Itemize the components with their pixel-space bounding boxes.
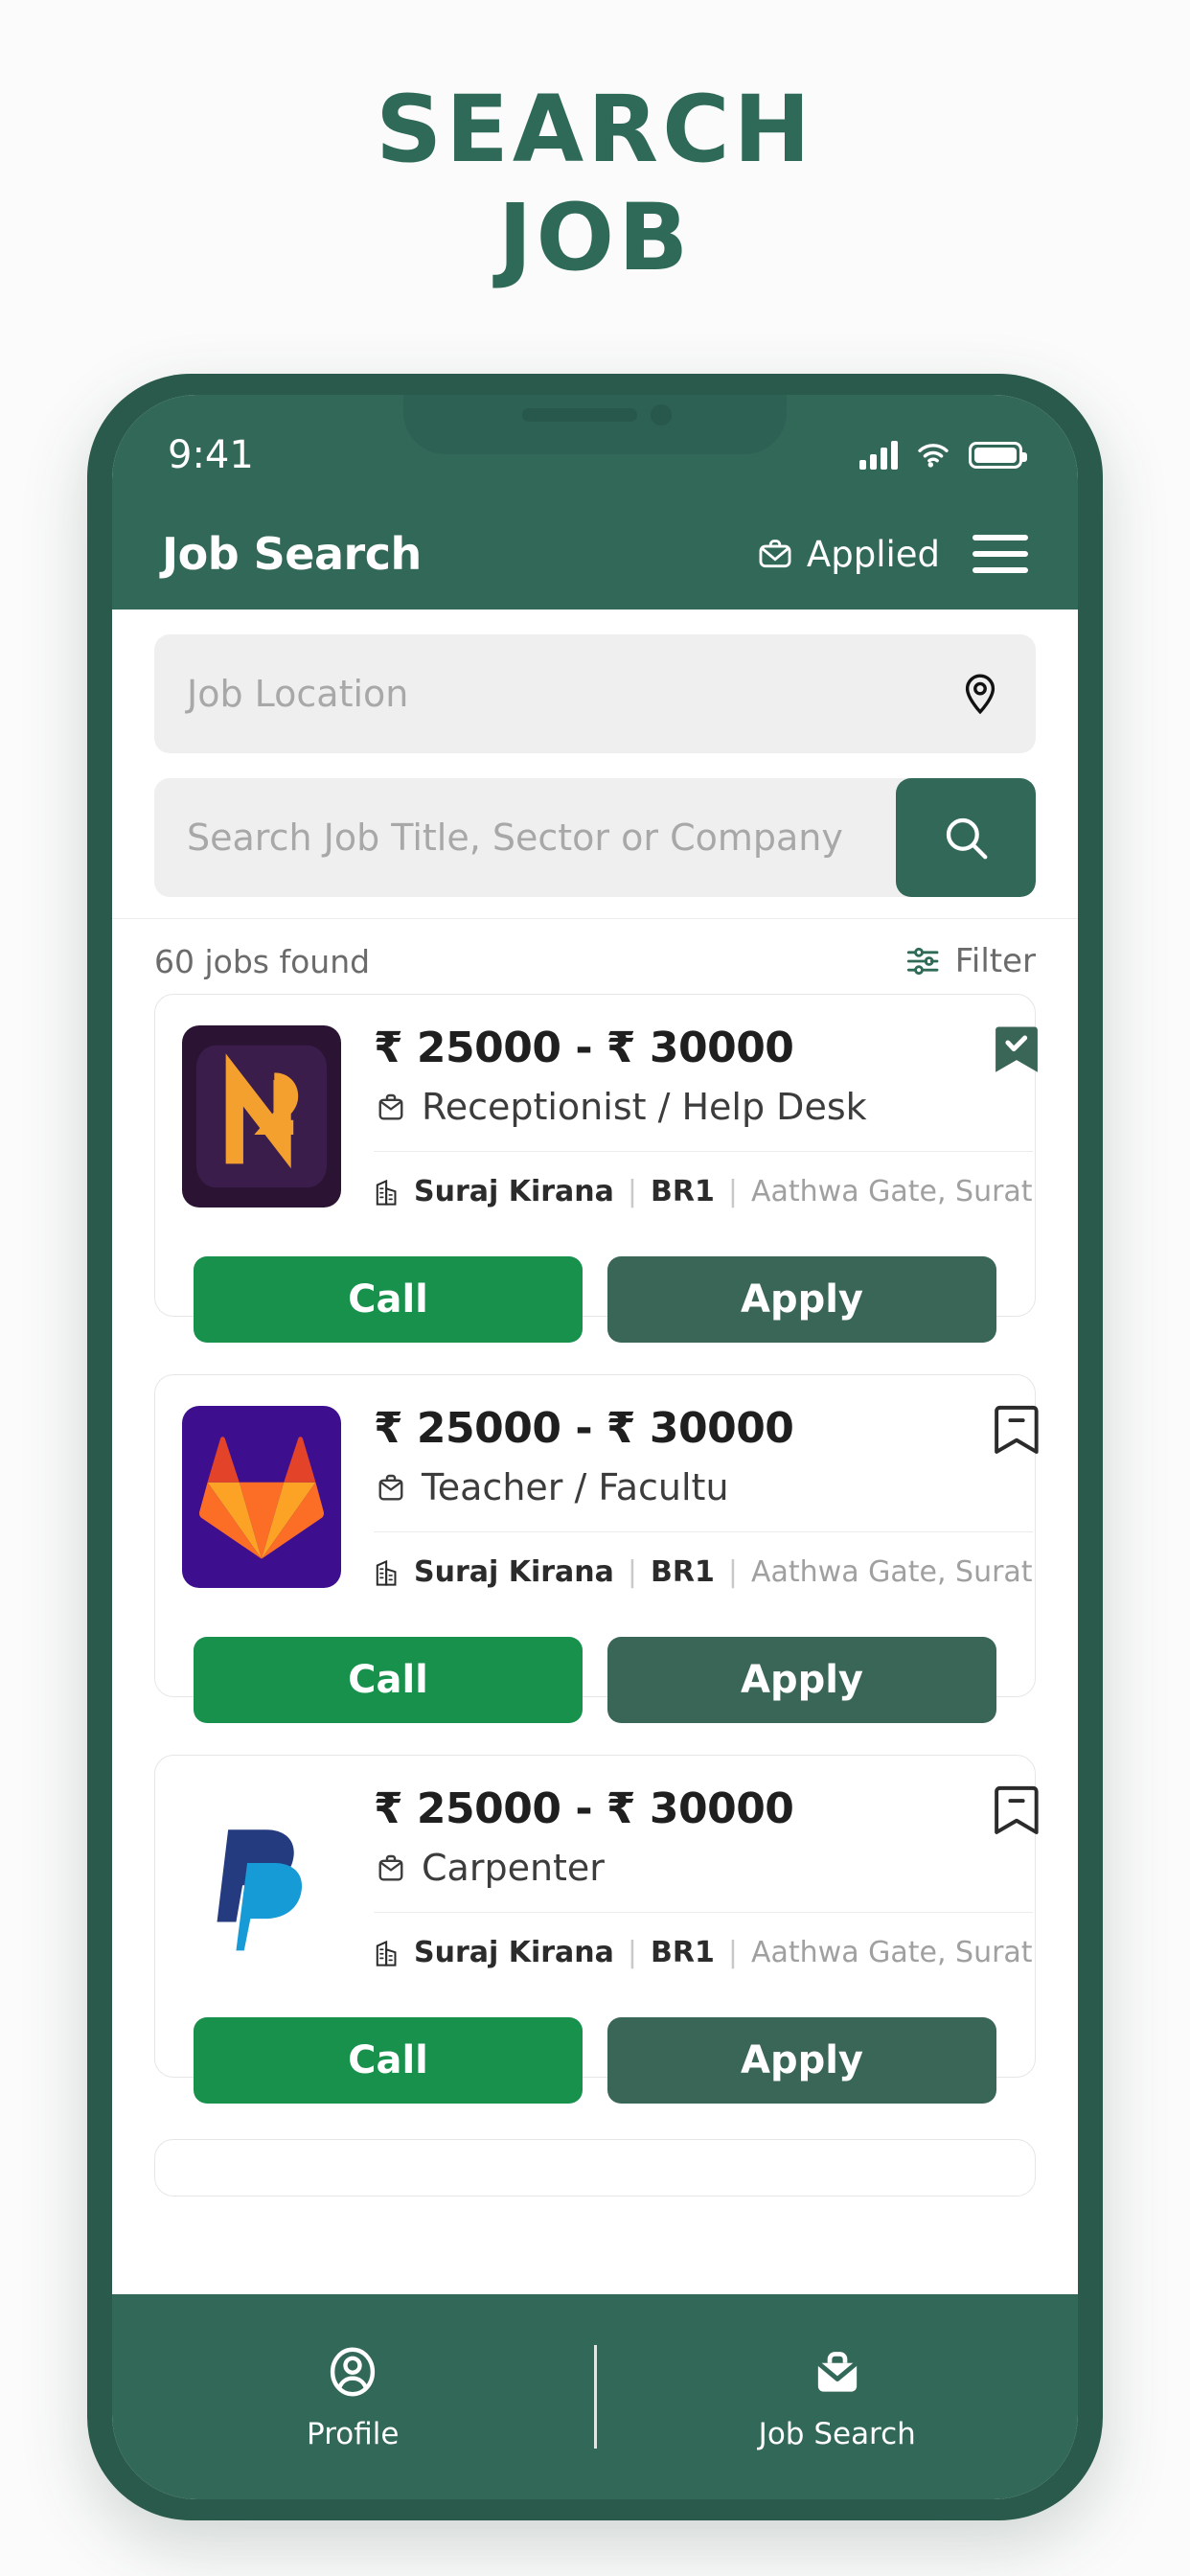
table-row[interactable]: ₹ 25000 - ₹ 30000 Teacher / Facultu Sura… bbox=[154, 1374, 1039, 1723]
company-address: Aathwa Gate, Surat bbox=[750, 1175, 1033, 1208]
job-list: ₹ 25000 - ₹ 30000 Receptionist / Help De… bbox=[112, 994, 1078, 2196]
status-time: 9:41 bbox=[168, 433, 254, 477]
page-title: SEARCH JOB bbox=[0, 76, 1190, 292]
apply-button[interactable]: Apply bbox=[607, 1256, 996, 1343]
app-title: Job Search bbox=[162, 528, 422, 580]
company-branch: BR1 bbox=[651, 1936, 715, 1969]
notch-speaker bbox=[522, 408, 637, 422]
job-role-label: Receptionist / Help Desk bbox=[422, 1086, 867, 1128]
building-icon bbox=[376, 1559, 397, 1586]
job-query-field[interactable]: Search Job Title, Sector or Company bbox=[154, 778, 1036, 897]
company-branch: BR1 bbox=[651, 1175, 715, 1208]
card-divider bbox=[374, 1912, 1033, 1913]
search-icon bbox=[946, 817, 988, 860]
company-info: Suraj Kirana | BR1 | Aathwa Gate, Surat bbox=[374, 1175, 1033, 1208]
filter-sliders-icon bbox=[906, 947, 939, 976]
company-name: Suraj Kirana bbox=[414, 1936, 614, 1969]
wifi-icon bbox=[918, 444, 949, 468]
company-info: Suraj Kirana | BR1 | Aathwa Gate, Surat bbox=[374, 1555, 1033, 1589]
briefcase-icon bbox=[378, 1093, 403, 1120]
card-divider bbox=[374, 1531, 1033, 1532]
applied-button[interactable]: Applied bbox=[757, 534, 940, 575]
nav-item-job-search[interactable]: Job Search bbox=[597, 2342, 1079, 2451]
briefcase-icon bbox=[759, 540, 791, 568]
company-sep-2: | bbox=[727, 1555, 738, 1589]
table-row-partial[interactable] bbox=[154, 2139, 1036, 2196]
bottom-navigation: Profile Job Search bbox=[112, 2294, 1078, 2499]
table-row[interactable]: ₹ 25000 - ₹ 30000 Carpenter Suraj Kirana… bbox=[154, 1755, 1039, 2104]
page-title-line-2: JOB bbox=[497, 184, 693, 292]
job-role: Carpenter bbox=[374, 1847, 1033, 1889]
salary-range: ₹ 25000 - ₹ 30000 bbox=[374, 1784, 794, 1833]
page-title-line-1: SEARCH bbox=[376, 76, 814, 183]
results-count: 60 jobs found bbox=[154, 942, 371, 980]
job-role: Receptionist / Help Desk bbox=[374, 1086, 1033, 1128]
search-button[interactable] bbox=[896, 778, 1036, 897]
results-bar: 60 jobs found Filter bbox=[112, 919, 1078, 994]
applied-label: Applied bbox=[806, 533, 940, 575]
call-button[interactable]: Call bbox=[194, 1256, 583, 1343]
company-sep-2: | bbox=[727, 1936, 738, 1969]
location-pin-icon[interactable] bbox=[957, 671, 1003, 717]
company-name: Suraj Kirana bbox=[414, 1175, 614, 1208]
user-circle-icon bbox=[331, 2347, 376, 2397]
filter-label: Filter bbox=[954, 942, 1036, 980]
briefcase-icon bbox=[378, 1854, 403, 1881]
briefcase-icon bbox=[378, 1474, 403, 1501]
company-address: Aathwa Gate, Surat bbox=[750, 1936, 1033, 1969]
nav-label-profile: Profile bbox=[307, 2417, 400, 2451]
nav-item-profile[interactable]: Profile bbox=[112, 2342, 594, 2451]
call-button[interactable]: Call bbox=[194, 2017, 583, 2104]
nav-label-job-search: Job Search bbox=[758, 2417, 916, 2451]
company-logo bbox=[182, 1406, 341, 1588]
briefcase-filled-icon bbox=[816, 2352, 858, 2392]
phone-screen: 9:41 Job Search Applied Job Location Sea… bbox=[112, 395, 1078, 2499]
job-role: Teacher / Facultu bbox=[374, 1466, 1033, 1508]
location-placeholder: Job Location bbox=[187, 673, 409, 715]
bookmark-checked-icon[interactable] bbox=[991, 1020, 1042, 1084]
company-info: Suraj Kirana | BR1 | Aathwa Gate, Surat bbox=[374, 1936, 1033, 1969]
cellular-signal-icon bbox=[859, 441, 898, 470]
salary-range: ₹ 25000 - ₹ 30000 bbox=[374, 1404, 794, 1453]
job-role-label: Teacher / Facultu bbox=[422, 1466, 729, 1508]
app-bar-actions: Applied bbox=[757, 534, 1028, 575]
company-sep-2: | bbox=[727, 1175, 738, 1208]
phone-notch bbox=[403, 395, 787, 454]
salary-range: ₹ 25000 - ₹ 30000 bbox=[374, 1024, 794, 1072]
building-icon bbox=[376, 1940, 397, 1966]
app-bar: Job Search Applied bbox=[112, 498, 1078, 610]
apply-button[interactable]: Apply bbox=[607, 2017, 996, 2104]
call-button[interactable]: Call bbox=[194, 1637, 583, 1723]
company-logo bbox=[182, 1786, 341, 1968]
company-name: Suraj Kirana bbox=[414, 1555, 614, 1589]
bookmark-outline-icon[interactable] bbox=[991, 1400, 1042, 1464]
table-row[interactable]: ₹ 25000 - ₹ 30000 Receptionist / Help De… bbox=[154, 994, 1038, 1343]
apply-button[interactable]: Apply bbox=[607, 1637, 996, 1723]
company-sep: | bbox=[627, 1936, 638, 1969]
company-sep: | bbox=[627, 1555, 638, 1589]
search-section: Job Location Search Job Title, Sector or… bbox=[112, 610, 1078, 918]
company-branch: BR1 bbox=[651, 1555, 715, 1589]
job-role-label: Carpenter bbox=[422, 1847, 605, 1889]
card-divider bbox=[374, 1151, 1033, 1152]
job-query-placeholder: Search Job Title, Sector or Company bbox=[187, 816, 843, 859]
filter-button[interactable]: Filter bbox=[904, 942, 1036, 980]
company-address: Aathwa Gate, Surat bbox=[750, 1555, 1033, 1589]
phone-frame: 9:41 Job Search Applied Job Location Sea… bbox=[87, 374, 1103, 2520]
status-bar: 9:41 bbox=[112, 395, 1078, 498]
notch-camera bbox=[651, 404, 672, 426]
location-field[interactable]: Job Location bbox=[154, 634, 1036, 753]
status-indicators bbox=[859, 441, 1027, 470]
battery-icon bbox=[969, 442, 1027, 469]
hamburger-menu-icon[interactable] bbox=[973, 535, 1028, 573]
company-logo bbox=[182, 1025, 341, 1208]
bookmark-outline-icon[interactable] bbox=[991, 1781, 1042, 1845]
company-sep: | bbox=[627, 1175, 638, 1208]
building-icon bbox=[376, 1179, 397, 1206]
